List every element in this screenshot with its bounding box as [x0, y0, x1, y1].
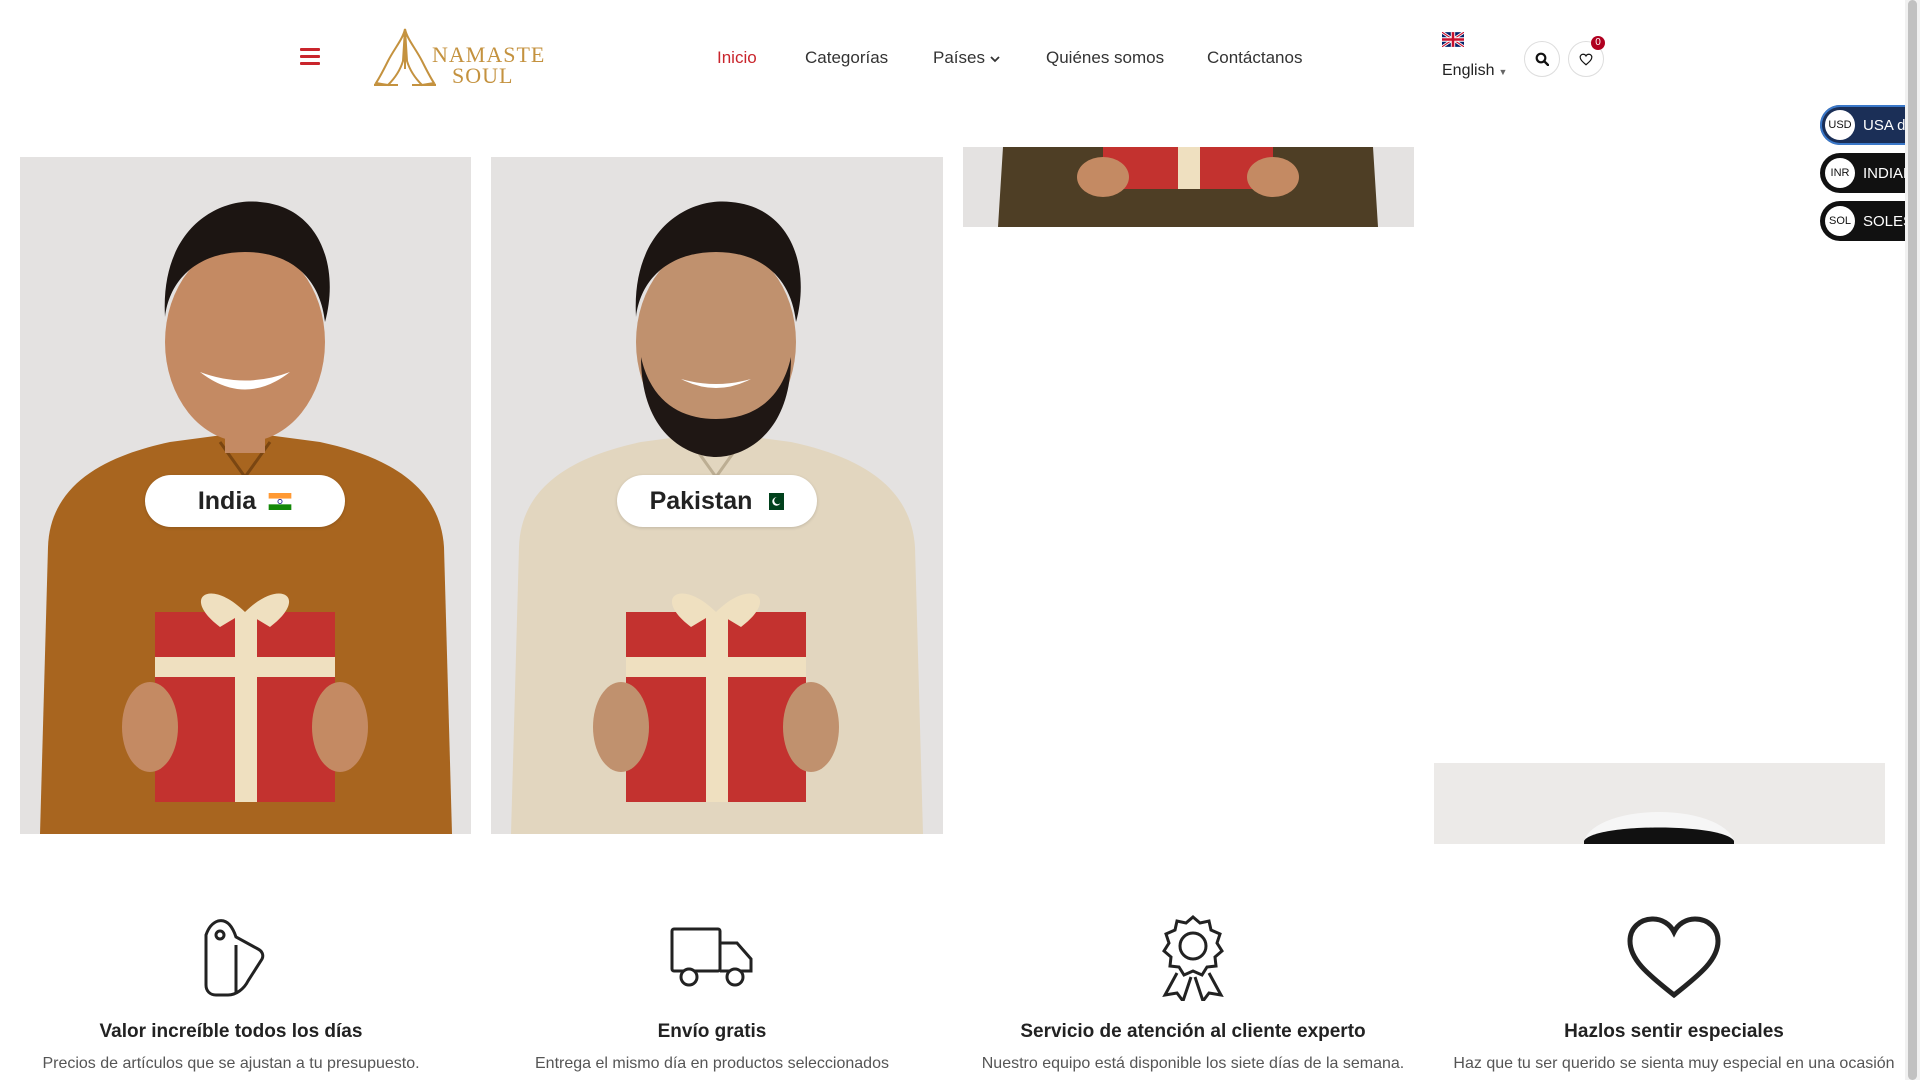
country-tile-partial[interactable] [963, 147, 1414, 227]
brand-name-line2: SOUL [452, 63, 514, 88]
feature-special: Hazlos sentir especiales Haz que tu ser … [1434, 915, 1914, 1073]
nav-paises[interactable]: Países [933, 48, 1000, 68]
price-tag-icon [204, 919, 265, 997]
currency-code: SOL [1825, 206, 1855, 236]
feature-text: Nuestro equipo está disponible los siete… [981, 1055, 1405, 1072]
nav-inicio-label: Inicio [717, 48, 757, 67]
search-button[interactable] [1524, 41, 1560, 77]
truck-icon [670, 927, 753, 987]
heart-icon [1627, 916, 1721, 999]
country-tile-pakistan[interactable]: Pakistan [491, 157, 943, 834]
nav-contactanos[interactable]: Contáctanos [1207, 48, 1302, 68]
country-tile-partial-2[interactable] [1434, 763, 1885, 844]
logo[interactable]: NAMASTE SOUL [370, 25, 544, 91]
currency-code: INR [1825, 158, 1855, 188]
page-scrollbar[interactable] [1905, 0, 1920, 1080]
feature-text: Entrega el mismo día en productos selecc… [535, 1055, 889, 1072]
nav-inicio[interactable]: Inicio [717, 48, 757, 68]
country-name: India [197, 486, 257, 515]
man-with-gift-image [1434, 763, 1885, 844]
feature-title: Hazlos sentir especiales [1564, 1021, 1784, 1042]
language-switcher[interactable]: English ▼ [1442, 32, 1507, 79]
country-label-india[interactable]: India [145, 475, 345, 527]
country-label-pakistan[interactable]: Pakistan [617, 475, 817, 527]
feature-shipping: Envío gratis Entrega el mismo día en pro… [472, 915, 952, 1073]
language-label: English [1442, 62, 1495, 79]
caret-down-icon: ▼ [1498, 67, 1508, 77]
nav-categorias[interactable]: Categorías [805, 48, 888, 68]
namaste-hands-icon [374, 28, 436, 87]
uk-flag-icon [1442, 32, 1464, 47]
feature-text: Precios de artículos que se ajustan a tu… [42, 1055, 420, 1072]
search-icon [1535, 52, 1549, 66]
feature-text: Haz que tu ser querido se sienta muy esp… [1453, 1055, 1895, 1072]
chevron-down-icon [990, 56, 1000, 63]
award-ribbon-icon [1162, 915, 1224, 1001]
nav-categorias-label: Categorías [805, 48, 889, 67]
country-name: Pakistan [649, 486, 753, 515]
feature-title: Servicio de atención al cliente experto [1020, 1021, 1366, 1042]
feature-value: Valor increíble todos los días Precios d… [0, 915, 471, 1073]
feature-support: Servicio de atención al cliente experto … [953, 915, 1433, 1073]
heart-outline-icon [1579, 53, 1593, 66]
india-flag-icon [268, 492, 292, 510]
menu-icon[interactable] [300, 48, 320, 66]
wishlist-count-badge: 0 [1591, 36, 1605, 50]
nav-quienes-somos-label: Quiénes somos [1046, 48, 1165, 67]
pakistan-flag-icon [764, 492, 785, 510]
wishlist-button[interactable]: 0 [1568, 36, 1605, 77]
feature-title: Valor increíble todos los días [99, 1021, 363, 1042]
man-with-gift-image [963, 147, 1414, 227]
scrollbar-thumb[interactable] [1908, 0, 1917, 1080]
currency-code: USD [1825, 110, 1855, 140]
feature-title: Envío gratis [657, 1021, 767, 1042]
nav-contactanos-label: Contáctanos [1207, 48, 1303, 67]
nav-paises-label: Países [933, 48, 985, 67]
nav-quienes-somos[interactable]: Quiénes somos [1046, 48, 1164, 68]
country-tile-india[interactable]: India [20, 157, 471, 834]
